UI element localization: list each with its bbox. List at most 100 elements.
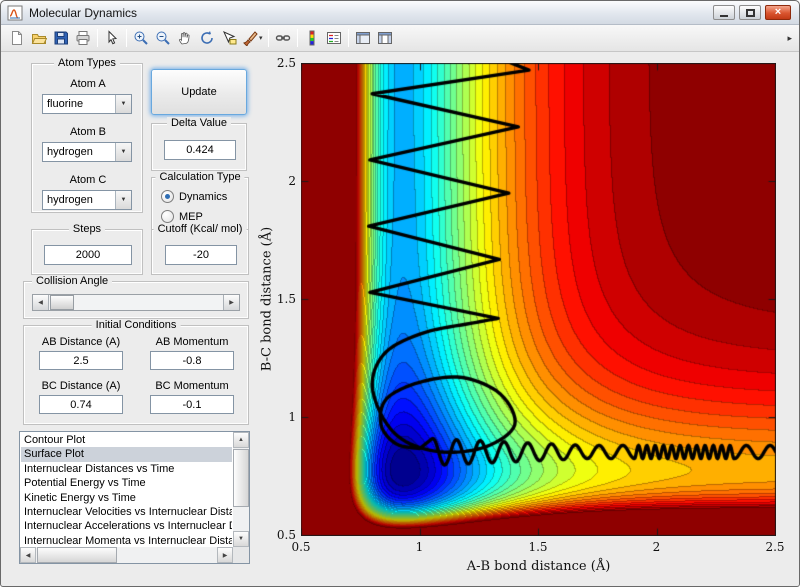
figure-window-icon — [7, 5, 23, 21]
bc-momentum-label: BC Momentum — [155, 380, 229, 392]
atom-a-label: Atom A — [70, 78, 106, 90]
maximize-button[interactable] — [739, 5, 761, 20]
insert-colorbar-button[interactable] — [301, 27, 323, 49]
vertical-scrollbar-thumb[interactable] — [233, 449, 249, 507]
scroll-down-icon[interactable]: ▼ — [233, 531, 249, 547]
list-item[interactable]: Kinetic Energy vs Time — [21, 491, 232, 505]
radio-unselected-icon[interactable] — [161, 210, 174, 223]
radio-label: Dynamics — [179, 190, 228, 203]
atom-b-dropdown[interactable]: hydrogen ▼ — [42, 142, 132, 162]
horizontal-scrollbar[interactable]: ◀ ▶ — [20, 547, 233, 563]
x-tick-label: 2.5 — [765, 540, 785, 554]
x-tick-label: 1 — [415, 540, 424, 554]
delta-value-input[interactable] — [164, 140, 236, 160]
data-cursor-button[interactable] — [218, 27, 240, 49]
contour-plot-canvas[interactable] — [301, 63, 776, 536]
rotate-3d-button[interactable] — [196, 27, 218, 49]
radio-selected-icon[interactable] — [161, 190, 174, 203]
app-window: Molecular Dynamics × ▾ ▸ Atom Types Atom… — [0, 0, 800, 587]
x-tick-label: 2 — [652, 540, 661, 554]
print-figure-button[interactable] — [72, 27, 94, 49]
toolbar-separator — [126, 29, 127, 47]
close-button[interactable]: × — [765, 5, 791, 20]
ab-distance-label: AB Distance (A) — [41, 336, 121, 348]
toolbar-overflow-button[interactable]: ▸ — [787, 33, 794, 44]
collision-angle-panel-title: Collision Angle — [32, 275, 113, 287]
cutoff-panel-title: Cutoff (Kcal/ mol) — [153, 223, 247, 235]
collision-angle-slider[interactable]: ◀ ▶ — [32, 294, 240, 311]
scroll-left-icon[interactable]: ◀ — [20, 547, 36, 563]
atom-a-dropdown[interactable]: fluorine ▼ — [42, 94, 132, 114]
new-figure-button[interactable] — [6, 27, 28, 49]
ab-distance-input[interactable] — [39, 351, 123, 370]
atom-c-label: Atom C — [69, 174, 107, 186]
y-tick-label: 0.5 — [276, 528, 296, 542]
list-item[interactable]: Internuclear Velocities vs Internuclear … — [21, 505, 232, 519]
list-item[interactable]: Internuclear Accelerations vs Internucle… — [21, 519, 232, 533]
chevron-down-icon[interactable]: ▼ — [115, 143, 131, 161]
list-item[interactable]: Surface Plot — [21, 447, 232, 462]
scroll-up-icon[interactable]: ▲ — [233, 432, 249, 448]
titlebar[interactable]: Molecular Dynamics × — [1, 1, 799, 25]
scrollbar-corner — [233, 547, 249, 563]
calc-type-option-dynamics[interactable]: Dynamics — [161, 190, 227, 203]
slider-thumb[interactable] — [50, 295, 74, 310]
list-item[interactable]: Internuclear Distances vs Time — [21, 462, 232, 476]
chevron-down-icon[interactable]: ▼ — [115, 95, 131, 113]
atom-b-label: Atom B — [69, 126, 107, 138]
bc-distance-input[interactable] — [39, 395, 123, 414]
toolbar-separator — [296, 29, 298, 47]
toolbar-separator — [347, 29, 349, 47]
ab-momentum-input[interactable] — [150, 351, 234, 370]
atom-c-dropdown[interactable]: hydrogen ▼ — [42, 190, 132, 210]
initial-conditions-panel-title: Initial Conditions — [91, 319, 181, 331]
insert-legend-button[interactable] — [323, 27, 345, 49]
scroll-right-icon[interactable]: ▶ — [217, 547, 233, 563]
slider-right-arrow-icon[interactable]: ▶ — [223, 295, 239, 310]
x-tick-label: 0.5 — [291, 540, 311, 554]
zoom-in-button[interactable] — [130, 27, 152, 49]
minimize-button[interactable] — [713, 5, 735, 20]
edit-plot-button[interactable] — [101, 27, 123, 49]
chevron-down-icon[interactable]: ▼ — [115, 191, 131, 209]
bc-distance-label: BC Distance (A) — [41, 380, 121, 392]
horizontal-scrollbar-thumb[interactable] — [37, 547, 117, 563]
atom-a-value: fluorine — [47, 98, 84, 110]
pan-button[interactable] — [174, 27, 196, 49]
brush-button[interactable]: ▾ — [240, 27, 265, 49]
show-plot-tools-button[interactable] — [374, 27, 396, 49]
list-item[interactable]: Internuclear Momenta vs Internuclear Dis… — [21, 534, 232, 546]
plot-type-listbox[interactable]: Contour Plot Surface Plot Internuclear Dis… — [19, 431, 250, 564]
x-tick-label: 1.5 — [528, 540, 548, 554]
x-axis-label: A-B bond distance (Å) — [466, 559, 611, 574]
bc-momentum-input[interactable] — [150, 395, 234, 414]
toolbar: ▾ ▸ — [1, 25, 799, 52]
open-file-button[interactable] — [28, 27, 50, 49]
dropdown-caret-icon[interactable]: ▾ — [259, 34, 263, 42]
link-plot-button[interactable] — [272, 27, 294, 49]
slider-left-arrow-icon[interactable]: ◀ — [33, 295, 49, 310]
cutoff-panel: Cutoff (Kcal/ mol) — [151, 223, 249, 275]
delta-value-panel-title: Delta Value — [166, 117, 232, 129]
steps-panel: Steps — [31, 223, 143, 275]
cutoff-input[interactable] — [165, 245, 237, 265]
collision-angle-panel: Collision Angle ◀ ▶ — [23, 275, 249, 319]
steps-input[interactable] — [44, 245, 132, 265]
list-item[interactable]: Potential Energy vs Time — [21, 476, 232, 490]
y-tick-label: 1.5 — [276, 292, 296, 306]
save-figure-button[interactable] — [50, 27, 72, 49]
minimize-icon — [720, 15, 728, 17]
radio-label: MEP — [179, 210, 203, 223]
calc-type-option-mep[interactable]: MEP — [161, 210, 203, 223]
vertical-scrollbar[interactable]: ▲ ▼ — [233, 432, 249, 547]
maximize-icon — [745, 8, 755, 17]
atom-types-panel: Atom Types Atom A fluorine ▼ Atom B hydr… — [31, 57, 143, 213]
hide-plot-tools-button[interactable] — [352, 27, 374, 49]
update-button[interactable]: Update — [151, 69, 247, 115]
window-title: Molecular Dynamics — [29, 5, 138, 20]
list-item[interactable]: Contour Plot — [21, 433, 232, 447]
zoom-out-button[interactable] — [152, 27, 174, 49]
toolbar-separator — [267, 29, 269, 47]
atom-types-panel-title: Atom Types — [54, 57, 120, 69]
y-tick-label: 1 — [288, 410, 296, 424]
